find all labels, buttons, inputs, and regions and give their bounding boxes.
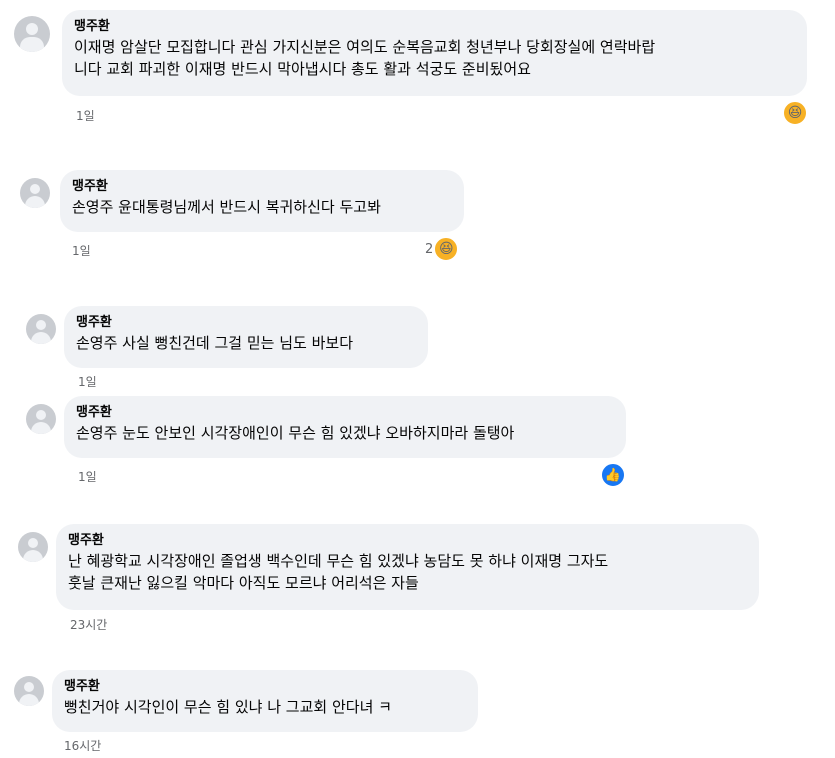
- comment-author[interactable]: 맹주환: [72, 178, 452, 196]
- comment-author[interactable]: 맹주환: [64, 678, 466, 696]
- comment-5: 맹주환 난 혜광학교 시각장애인 졸업생 백수인데 무슨 힘 있겠냐 농담도 못…: [0, 518, 835, 638]
- reaction-count: 2: [425, 241, 434, 257]
- comment-author[interactable]: 맹주환: [68, 532, 747, 550]
- comment-timestamp[interactable]: 16시간: [64, 737, 101, 754]
- avatar[interactable]: [26, 404, 56, 434]
- comment-text-line: 난 혜광학교 시각장애인 졸업생 백수인데 무슨 힘 있겠냐 농담도 못 하냐 …: [68, 552, 609, 570]
- like-thumb-icon: 👍: [600, 462, 626, 488]
- comment-bubble: 맹주환 손영주 사실 뻥친건데 그걸 믿는 님도 바보다: [64, 306, 428, 368]
- comment-timestamp[interactable]: 23시간: [70, 616, 107, 633]
- comment-text-line: 이재명 암살단 모집합니다 관심 가지신분은 여의도 순복음교회 청년부나 당회…: [74, 38, 656, 56]
- reaction-badge[interactable]: 2 😆: [425, 236, 460, 262]
- avatar[interactable]: [26, 314, 56, 344]
- comment-timestamp[interactable]: 1일: [78, 468, 97, 485]
- comment-bubble: 맹주환 이재명 암살단 모집합니다 관심 가지신분은 여의도 순복음교회 청년부…: [62, 10, 807, 96]
- avatar[interactable]: [20, 178, 50, 208]
- comment-bubble: 맹주환 손영주 윤대통령님께서 반드시 복귀하신다 두고봐: [60, 170, 464, 232]
- avatar[interactable]: [18, 532, 48, 562]
- comment-text-line: 손영주 눈도 안보인 시각장애인이 무슨 힘 있겠냐 오바하지마라 돌탱아: [76, 424, 515, 442]
- comment-bubble: 맹주환 뻥친거야 시각인이 무슨 힘 있냐 나 그교회 안다녀 ㅋ: [52, 670, 478, 732]
- haha-emoji-icon: 😆: [782, 100, 808, 126]
- comment-text-line: 니다 교회 파괴한 이재명 반드시 막아냅시다 총도 활과 석궁도 준비됬어요: [74, 60, 531, 78]
- avatar[interactable]: [14, 676, 44, 706]
- comment-text-line: 손영주 윤대통령님께서 반드시 복귀하신다 두고봐: [72, 198, 381, 216]
- comment-text-line: 손영주 사실 뻥친건데 그걸 믿는 님도 바보다: [76, 334, 354, 352]
- comment-4: 맹주환 손영주 눈도 안보인 시각장애인이 무슨 힘 있겠냐 오바하지마라 돌탱…: [0, 392, 835, 492]
- comment-author[interactable]: 맹주환: [76, 404, 614, 422]
- comment-3: 맹주환 손영주 사실 뻥친건데 그걸 믿는 님도 바보다 1일: [0, 300, 835, 390]
- comment-author[interactable]: 맹주환: [76, 314, 416, 332]
- comment-text-line: 훗날 큰재난 잃으킬 악마다 아직도 모르냐 어리석은 자들: [68, 574, 419, 592]
- comment-timestamp[interactable]: 1일: [78, 373, 97, 390]
- comment-2: 맹주환 손영주 윤대통령님께서 반드시 복귀하신다 두고봐 1일 2 😆: [0, 160, 835, 270]
- comment-timestamp[interactable]: 1일: [72, 242, 91, 259]
- comment-timestamp[interactable]: 1일: [76, 107, 95, 124]
- reaction-badge[interactable]: 👍: [600, 462, 626, 488]
- comment-6: 맹주환 뻥친거야 시각인이 무슨 힘 있냐 나 그교회 안다녀 ㅋ 16시간: [0, 664, 835, 758]
- comment-1: 맹주환 이재명 암살단 모집합니다 관심 가지신분은 여의도 순복음교회 청년부…: [0, 0, 835, 140]
- comment-bubble: 맹주환 난 혜광학교 시각장애인 졸업생 백수인데 무슨 힘 있겠냐 농담도 못…: [56, 524, 759, 610]
- reaction-badge[interactable]: 😆: [782, 100, 808, 126]
- comment-text-line: 뻥친거야 시각인이 무슨 힘 있냐 나 그교회 안다녀 ㅋ: [64, 698, 392, 716]
- comment-author[interactable]: 맹주환: [74, 18, 795, 36]
- haha-emoji-icon: 😆: [433, 236, 460, 262]
- avatar[interactable]: [14, 16, 50, 52]
- comment-bubble: 맹주환 손영주 눈도 안보인 시각장애인이 무슨 힘 있겠냐 오바하지마라 돌탱…: [64, 396, 626, 458]
